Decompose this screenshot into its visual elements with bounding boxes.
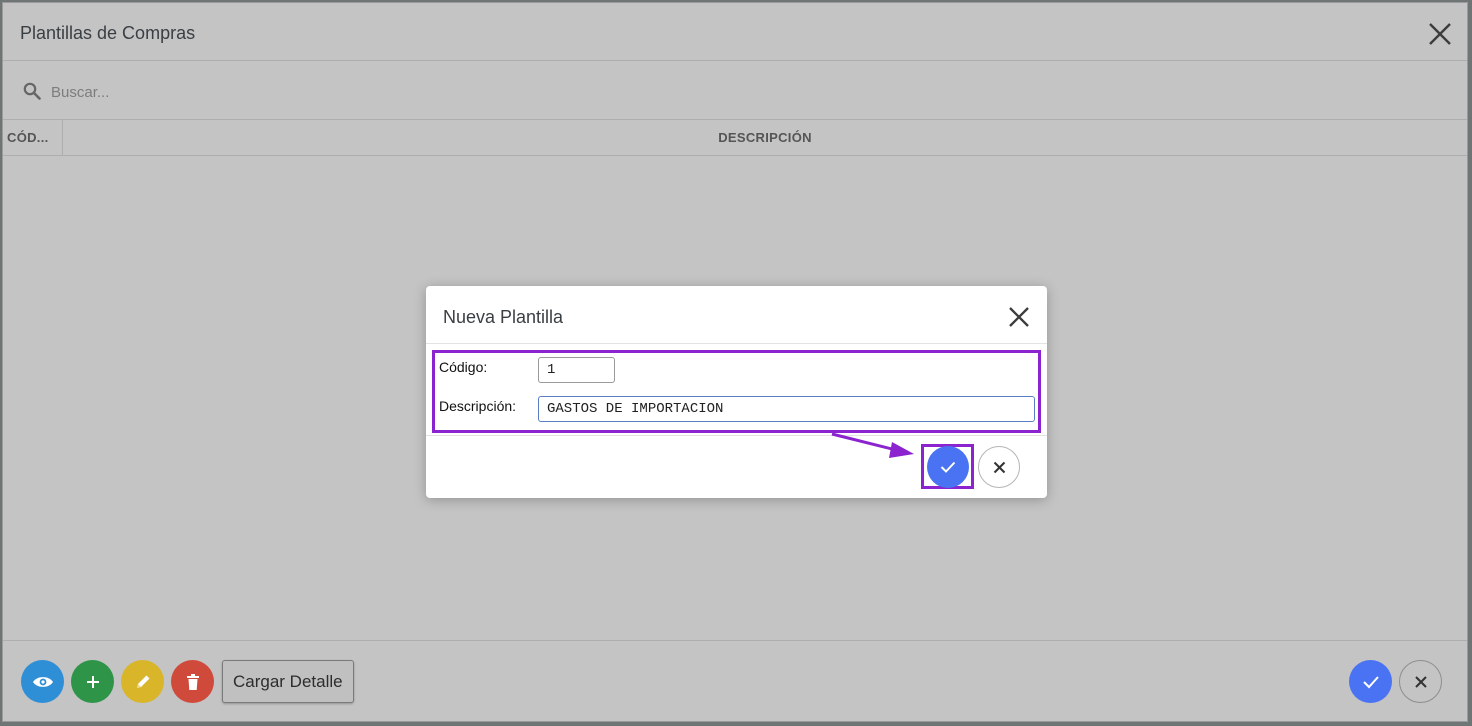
dialog-save-button[interactable] bbox=[927, 446, 969, 488]
footer-toolbar: Cargar Detalle bbox=[3, 640, 1467, 721]
plus-icon bbox=[86, 675, 99, 688]
check-icon bbox=[940, 461, 956, 473]
cancel-button[interactable] bbox=[1399, 660, 1442, 703]
trash-icon bbox=[186, 673, 199, 690]
divider bbox=[426, 343, 1047, 344]
window-header: Plantillas de Compras bbox=[3, 3, 1467, 61]
close-icon bbox=[993, 461, 1005, 473]
edit-button[interactable] bbox=[121, 660, 164, 703]
column-header-code[interactable]: CÓD... bbox=[3, 120, 63, 155]
search-bar bbox=[3, 61, 1467, 120]
code-label: Código: bbox=[439, 359, 488, 375]
eye-icon bbox=[32, 676, 53, 687]
divider bbox=[426, 435, 1047, 436]
pencil-icon bbox=[136, 675, 149, 688]
add-button[interactable] bbox=[71, 660, 114, 703]
table-header: CÓD... DESCRIPCIÓN bbox=[3, 120, 1467, 156]
column-header-description[interactable]: DESCRIPCIÓN bbox=[63, 120, 1467, 155]
delete-button[interactable] bbox=[171, 660, 214, 703]
close-icon[interactable] bbox=[1007, 305, 1031, 329]
close-icon[interactable] bbox=[1427, 21, 1453, 47]
dialog-title: Nueva Plantilla bbox=[443, 307, 564, 327]
close-icon bbox=[1414, 675, 1427, 688]
new-template-dialog: Nueva Plantilla Código: Descripción: bbox=[426, 286, 1047, 498]
search-icon bbox=[23, 82, 41, 100]
search-input[interactable] bbox=[49, 77, 653, 107]
load-detail-button[interactable]: Cargar Detalle bbox=[222, 660, 354, 703]
window-title: Plantillas de Compras bbox=[20, 23, 196, 43]
confirm-button[interactable] bbox=[1349, 660, 1392, 703]
description-field[interactable] bbox=[538, 396, 1035, 422]
check-icon bbox=[1362, 675, 1379, 688]
dialog-cancel-button[interactable] bbox=[978, 446, 1020, 488]
code-field[interactable] bbox=[538, 357, 615, 383]
view-button[interactable] bbox=[21, 660, 64, 703]
description-label: Descripción: bbox=[439, 398, 517, 414]
